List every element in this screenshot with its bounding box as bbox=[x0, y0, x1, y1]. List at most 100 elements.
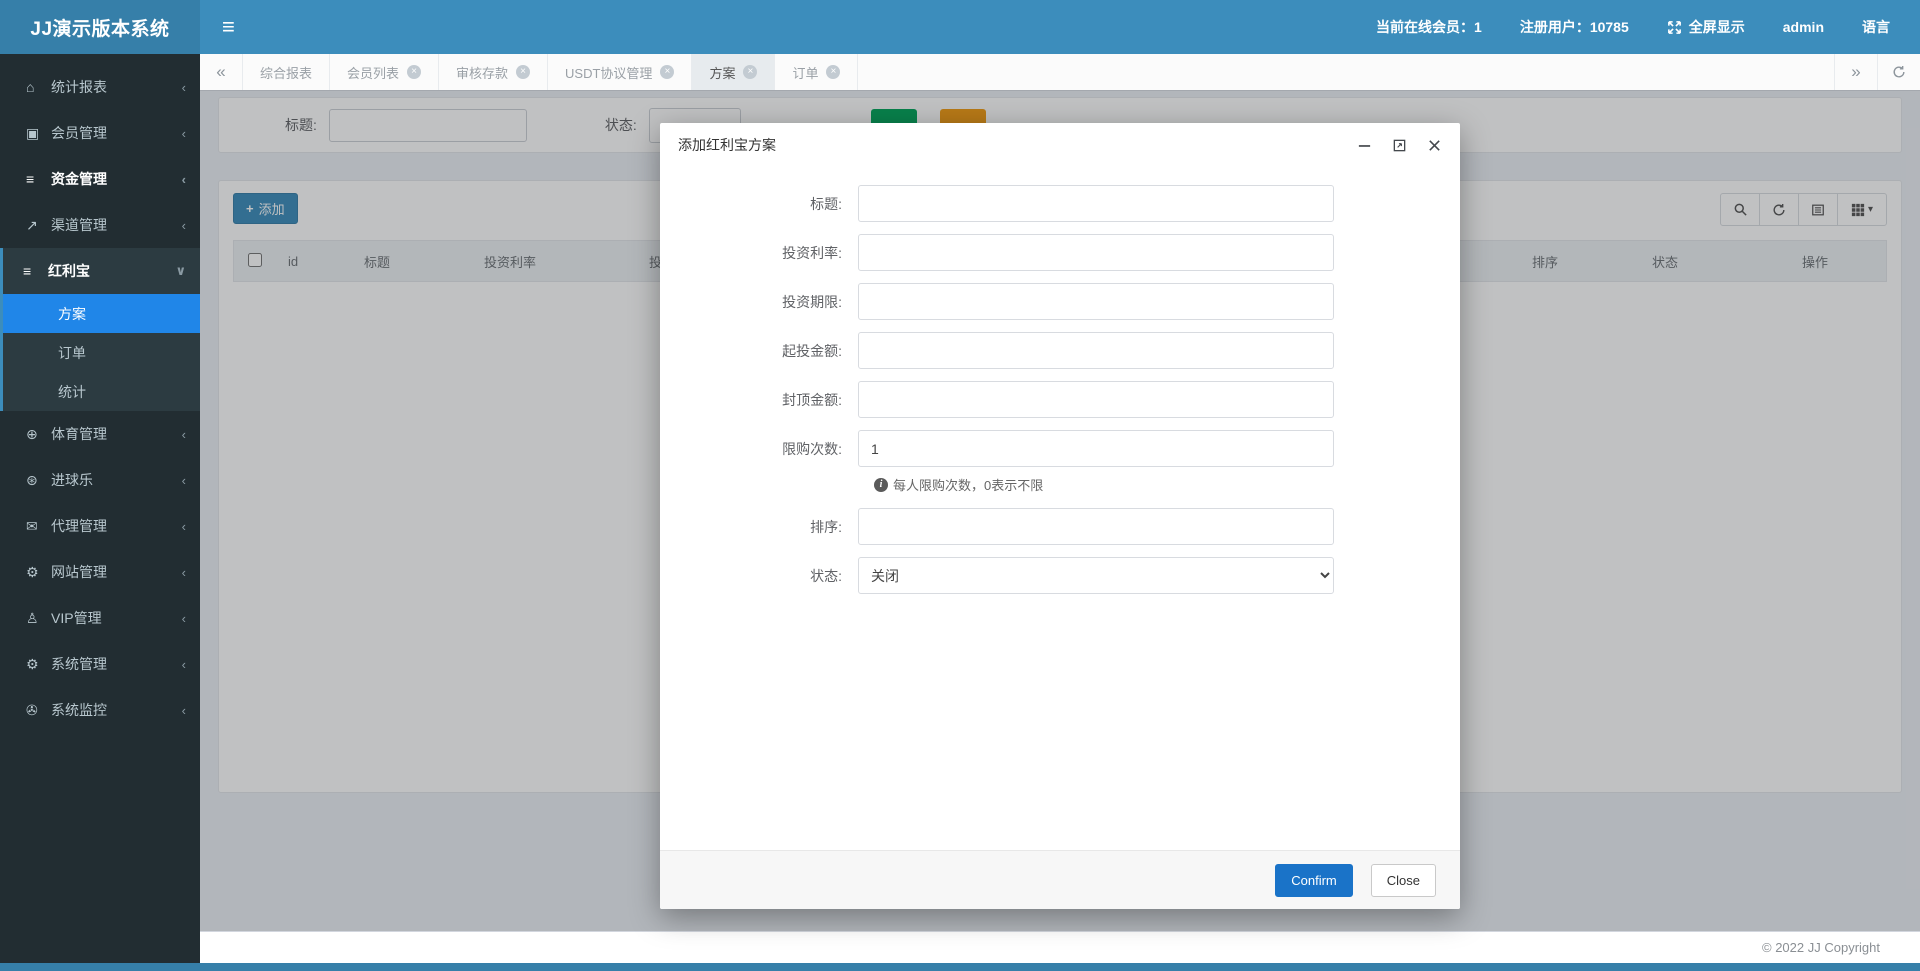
sidebar-group-9: ♙VIP管理‹ bbox=[0, 595, 200, 641]
user-menu[interactable]: admin bbox=[1783, 19, 1824, 35]
sidebar-subitem-4-0[interactable]: 方案 bbox=[3, 294, 200, 333]
tab-4[interactable]: 方案 × bbox=[692, 54, 775, 90]
sidebar-group-4: ≡红利宝∨ 方案订单统计 bbox=[0, 248, 200, 411]
sidebar-group-7: ✉代理管理‹ bbox=[0, 503, 200, 549]
field-input-6[interactable] bbox=[858, 508, 1334, 545]
tabs-scroll-right-icon[interactable]: » bbox=[1834, 54, 1877, 90]
field-input-4[interactable] bbox=[858, 381, 1334, 418]
sidebar-subitem-4-1[interactable]: 订单 bbox=[3, 333, 200, 372]
fullscreen-button[interactable]: 全屏显示 bbox=[1667, 17, 1745, 37]
sidebar-item-label: 会员管理 bbox=[51, 123, 182, 143]
field-input-0[interactable] bbox=[858, 185, 1334, 222]
bottom-accent-strip bbox=[0, 963, 1920, 971]
chevron-left-icon: ‹ bbox=[182, 565, 186, 580]
form-row-1: 投资利率: bbox=[660, 234, 1460, 271]
sidebar-subitem-label: 方案 bbox=[58, 304, 86, 324]
tab-bar-right: » bbox=[1834, 54, 1920, 90]
chevron-left-icon: ‹ bbox=[182, 218, 186, 233]
field-input-3[interactable] bbox=[858, 332, 1334, 369]
tab-3[interactable]: USDT协议管理 × bbox=[548, 54, 692, 90]
chevron-left-icon: ‹ bbox=[182, 611, 186, 626]
tab-label: 方案 bbox=[709, 63, 735, 82]
brand-logo[interactable]: JJ演示版本系统 bbox=[0, 0, 200, 54]
status-select[interactable]: 关闭 bbox=[858, 557, 1334, 594]
chevron-left-icon: ‹ bbox=[182, 427, 186, 442]
fullscreen-label: 全屏显示 bbox=[1689, 17, 1745, 37]
monitor-icon: ✇ bbox=[26, 702, 51, 719]
field-label: 投资利率: bbox=[660, 243, 858, 263]
dialog-footer: Confirm Close bbox=[660, 850, 1460, 909]
page-footer: © 2022 JJ Copyright bbox=[200, 931, 1920, 963]
confirm-button[interactable]: Confirm bbox=[1275, 864, 1353, 897]
sidebar-item-9[interactable]: ♙VIP管理‹ bbox=[3, 595, 200, 641]
tab-5[interactable]: 订单 × bbox=[775, 54, 858, 90]
channel-icon: ↗ bbox=[26, 217, 51, 234]
sidebar-item-5[interactable]: ⊕体育管理‹ bbox=[3, 411, 200, 457]
field-input-2[interactable] bbox=[858, 283, 1334, 320]
field-label: 标题: bbox=[660, 194, 858, 214]
home-icon: ⌂ bbox=[26, 79, 51, 95]
tab-close-icon[interactable]: × bbox=[826, 65, 840, 79]
sidebar-item-label: 代理管理 bbox=[51, 516, 182, 536]
system-icon: ⚙ bbox=[26, 656, 51, 673]
sidebar-toggle-icon[interactable]: ≡ bbox=[200, 0, 257, 54]
field-label: 起投金额: bbox=[660, 341, 858, 361]
sidebar-subitem-4-2[interactable]: 统计 bbox=[3, 372, 200, 411]
sidebar-item-label: 红利宝 bbox=[48, 261, 175, 281]
sidebar-item-4[interactable]: ≡红利宝∨ bbox=[3, 248, 200, 294]
sidebar-item-label: 统计报表 bbox=[51, 77, 182, 97]
copyright-text: © 2022 JJ Copyright bbox=[1762, 940, 1880, 955]
funds-icon: ≡ bbox=[26, 171, 51, 187]
sidebar-group-8: ⚙网站管理‹ bbox=[0, 549, 200, 595]
tab-2[interactable]: 审核存款 × bbox=[439, 54, 548, 90]
form-row-3: 起投金额: bbox=[660, 332, 1460, 369]
dialog-title: 添加红利宝方案 bbox=[678, 135, 776, 155]
field-input-5[interactable] bbox=[858, 430, 1334, 467]
tabs: 综合报表会员列表 × 审核存款 × USDT协议管理 × 方案 × 订单 × bbox=[243, 54, 858, 90]
dialog-titlebar: 添加红利宝方案 bbox=[660, 123, 1460, 167]
sidebar-item-10[interactable]: ⚙系统管理‹ bbox=[3, 641, 200, 687]
sidebar-item-7[interactable]: ✉代理管理‹ bbox=[3, 503, 200, 549]
sidebar-item-label: 进球乐 bbox=[51, 470, 182, 490]
sidebar-item-0[interactable]: ⌂统计报表‹ bbox=[3, 64, 200, 110]
sidebar-group-6: ⊛进球乐‹ bbox=[0, 457, 200, 503]
tab-label: 订单 bbox=[792, 63, 818, 82]
sidebar-item-3[interactable]: ↗渠道管理‹ bbox=[3, 202, 200, 248]
tabs-scroll-left-icon[interactable]: « bbox=[200, 54, 243, 90]
language-menu[interactable]: 语言 bbox=[1862, 17, 1890, 37]
sidebar-item-6[interactable]: ⊛进球乐‹ bbox=[3, 457, 200, 503]
field-input-1[interactable] bbox=[858, 234, 1334, 271]
close-button[interactable]: Close bbox=[1371, 864, 1436, 897]
tab-close-icon[interactable]: × bbox=[743, 65, 757, 79]
chevron-left-icon: ‹ bbox=[182, 703, 186, 718]
sidebar-menu: ⌂统计报表‹▣会员管理‹≡资金管理‹↗渠道管理‹≡红利宝∨方案订单统计⊕体育管理… bbox=[0, 54, 200, 733]
sidebar-item-8[interactable]: ⚙网站管理‹ bbox=[3, 549, 200, 595]
sidebar-group-1: ▣会员管理‹ bbox=[0, 110, 200, 156]
sidebar-group-11: ✇系统监控‹ bbox=[0, 687, 200, 733]
sidebar-item-1[interactable]: ▣会员管理‹ bbox=[3, 110, 200, 156]
sidebar-group-2: ≡资金管理‹ bbox=[0, 156, 200, 202]
maximize-icon[interactable] bbox=[1391, 137, 1407, 153]
sidebar-item-11[interactable]: ✇系统监控‹ bbox=[3, 687, 200, 733]
form-row-6: 排序: bbox=[660, 508, 1460, 545]
tab-1[interactable]: 会员列表 × bbox=[330, 54, 439, 90]
admin-app: JJ演示版本系统 ≡ 当前在线会员：1 注册用户：10785 全屏显示 admi… bbox=[0, 0, 1920, 971]
field-hint-text: 每人限购次数，0表示不限 bbox=[893, 475, 1043, 494]
sidebar-item-2[interactable]: ≡资金管理‹ bbox=[3, 156, 200, 202]
tab-label: USDT协议管理 bbox=[565, 63, 652, 82]
form-row-0: 标题: bbox=[660, 185, 1460, 222]
tabs-refresh-icon[interactable] bbox=[1877, 54, 1920, 90]
chevron-left-icon: ‹ bbox=[182, 126, 186, 141]
registered-users-stat: 注册用户：10785 bbox=[1520, 17, 1629, 37]
close-icon[interactable] bbox=[1426, 137, 1442, 153]
chevron-left-icon: ‹ bbox=[182, 172, 186, 187]
tab-close-icon[interactable]: × bbox=[660, 65, 674, 79]
fullscreen-arrows-icon bbox=[1667, 20, 1682, 35]
tab-label: 审核存款 bbox=[456, 63, 508, 82]
tab-close-icon[interactable]: × bbox=[516, 65, 530, 79]
form-row-7: 状态:关闭 bbox=[660, 557, 1460, 594]
tab-label: 会员列表 bbox=[347, 63, 399, 82]
tab-close-icon[interactable]: × bbox=[407, 65, 421, 79]
tab-0[interactable]: 综合报表 bbox=[243, 54, 330, 90]
minimize-icon[interactable] bbox=[1356, 137, 1372, 153]
